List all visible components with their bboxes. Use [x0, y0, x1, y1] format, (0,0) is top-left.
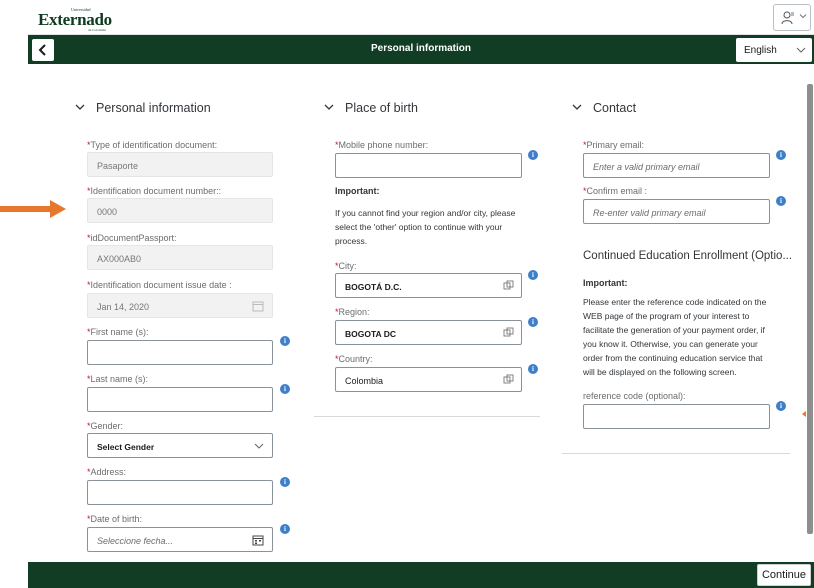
gender-label: *Gender:	[87, 421, 124, 431]
address-input[interactable]	[87, 480, 273, 505]
primary-email-label: *Primary email:	[583, 140, 645, 150]
section-title: Place of birth	[345, 101, 418, 115]
address-label: *Address:	[87, 467, 127, 477]
info-icon[interactable]: i	[528, 150, 538, 160]
person-icon	[781, 11, 794, 25]
confirm-email-input[interactable]: Re-enter valid primary email	[583, 199, 770, 224]
scroll-thumb[interactable]	[807, 84, 813, 534]
continued-education-title: Continued Education Enrollment (Optio...	[583, 250, 793, 262]
issue-date-label: *Identification document issue date :	[87, 280, 232, 290]
info-icon[interactable]: i	[528, 317, 538, 327]
info-icon[interactable]: i	[280, 477, 290, 487]
info-icon[interactable]: i	[776, 401, 786, 411]
chevron-down-icon	[254, 443, 264, 449]
continue-button[interactable]: Continue	[757, 564, 811, 586]
section-title: Personal information	[96, 101, 211, 115]
id-number-field: 0000	[87, 198, 273, 223]
id-type-label: *Type of identification document:	[87, 140, 218, 150]
personal-information-section: Personal information *Type of identifica…	[0, 64, 300, 562]
important-text: Please enter the reference code indicate…	[583, 297, 767, 377]
dob-date-picker[interactable]: Seleccione fecha...	[87, 527, 273, 552]
confirm-email-label: *Confirm email :	[583, 186, 648, 196]
externado-logo[interactable]: Universidad Externado de Colombia	[34, 6, 124, 32]
region-label: *Region:	[335, 307, 370, 317]
city-label: *City:	[335, 261, 357, 271]
section-divider	[314, 416, 540, 417]
contact-section: Contact *Primary email: Enter a valid pr…	[550, 64, 806, 562]
brand-bar: Universidad Externado de Colombia	[28, 0, 814, 35]
important-text: If you cannot find your region and/or ci…	[335, 208, 516, 246]
page-title: Personal information	[370, 43, 471, 54]
city-input[interactable]: BOGOTÁ D.C.	[335, 273, 522, 298]
chevron-down-icon[interactable]	[324, 102, 334, 112]
value-help-icon[interactable]	[503, 374, 514, 385]
logo-main-text: Externado	[38, 10, 112, 29]
reference-code-input[interactable]	[583, 404, 770, 429]
last-name-label: *Last name (s):	[87, 374, 149, 384]
logo-sub-text: de Colombia	[88, 28, 106, 32]
info-icon[interactable]: i	[280, 384, 290, 394]
chevron-down-icon[interactable]	[572, 102, 582, 112]
passport-field: AX000AB0	[87, 245, 273, 270]
important-title: Important:	[335, 186, 380, 196]
value-help-icon[interactable]	[503, 327, 514, 338]
country-input[interactable]: Colombia	[335, 367, 522, 392]
first-name-input[interactable]	[87, 340, 273, 365]
dob-label: *Date of birth:	[87, 514, 143, 524]
info-icon[interactable]: i	[528, 364, 538, 374]
mobile-label: *Mobile phone number:	[335, 140, 429, 150]
last-name-input[interactable]	[87, 387, 273, 412]
section-title: Contact	[593, 101, 637, 115]
id-number-label: *Identification document number::	[87, 186, 222, 196]
section-divider	[562, 453, 790, 454]
footer-bar: Continue	[28, 562, 814, 588]
user-menu-button[interactable]	[773, 4, 811, 31]
calendar-icon	[252, 301, 264, 312]
info-icon[interactable]: i	[776, 150, 786, 160]
page: Universidad Externado de Colombia Person…	[0, 0, 814, 588]
nav-bar: Personal information English	[28, 35, 814, 64]
info-icon[interactable]: i	[776, 196, 786, 206]
passport-label: *idDocumentPassport:	[87, 233, 177, 243]
mobile-input[interactable]	[335, 153, 522, 178]
id-type-field: Pasaporte	[87, 152, 273, 177]
important-title: Important:	[583, 278, 628, 288]
chevron-down-icon[interactable]	[75, 102, 85, 112]
calendar-icon[interactable]	[252, 534, 264, 546]
place-of-birth-section: Place of birth *Mobile phone number: i I…	[300, 64, 550, 562]
info-icon[interactable]: i	[280, 336, 290, 346]
country-label: *Country:	[335, 354, 373, 364]
value-help-icon[interactable]	[503, 280, 514, 291]
primary-email-input[interactable]: Enter a valid primary email	[583, 153, 770, 178]
reference-code-label: reference code (optional):	[583, 391, 686, 401]
language-value: English	[744, 45, 777, 56]
info-icon[interactable]: i	[528, 270, 538, 280]
chevron-down-icon	[799, 14, 807, 19]
chevron-down-icon	[796, 47, 806, 53]
scrollbar[interactable]	[806, 64, 814, 562]
language-select[interactable]: English	[736, 38, 812, 62]
region-input[interactable]: BOGOTA DC	[335, 320, 522, 345]
first-name-label: *First name (s):	[87, 327, 149, 337]
info-icon[interactable]: i	[280, 524, 290, 534]
issue-date-field: Jan 14, 2020	[87, 293, 273, 318]
gender-select[interactable]: Select Gender	[87, 433, 273, 458]
